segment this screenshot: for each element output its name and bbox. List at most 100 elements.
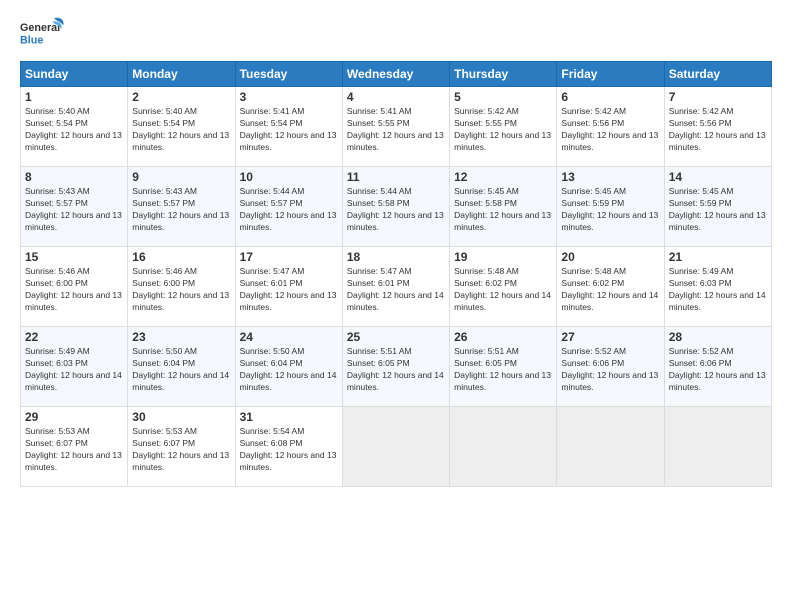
day-header-saturday: Saturday [664, 62, 771, 87]
cell-info: Sunrise: 5:49 AMSunset: 6:03 PMDaylight:… [669, 266, 766, 312]
day-number: 13 [561, 170, 659, 184]
day-number: 30 [132, 410, 230, 424]
calendar-body: 1 Sunrise: 5:40 AMSunset: 5:54 PMDayligh… [21, 87, 772, 487]
cell-info: Sunrise: 5:41 AMSunset: 5:55 PMDaylight:… [347, 106, 444, 152]
cell-info: Sunrise: 5:40 AMSunset: 5:54 PMDaylight:… [25, 106, 122, 152]
calendar-cell: 31 Sunrise: 5:54 AMSunset: 6:08 PMDaylig… [235, 407, 342, 487]
calendar-cell: 6 Sunrise: 5:42 AMSunset: 5:56 PMDayligh… [557, 87, 664, 167]
day-number: 25 [347, 330, 445, 344]
cell-info: Sunrise: 5:45 AMSunset: 5:59 PMDaylight:… [669, 186, 766, 232]
calendar-week-row: 8 Sunrise: 5:43 AMSunset: 5:57 PMDayligh… [21, 167, 772, 247]
day-number: 26 [454, 330, 552, 344]
calendar-cell: 7 Sunrise: 5:42 AMSunset: 5:56 PMDayligh… [664, 87, 771, 167]
cell-info: Sunrise: 5:52 AMSunset: 6:06 PMDaylight:… [561, 346, 658, 392]
cell-info: Sunrise: 5:44 AMSunset: 5:58 PMDaylight:… [347, 186, 444, 232]
calendar-cell: 20 Sunrise: 5:48 AMSunset: 6:02 PMDaylig… [557, 247, 664, 327]
calendar-cell: 9 Sunrise: 5:43 AMSunset: 5:57 PMDayligh… [128, 167, 235, 247]
calendar-cell: 14 Sunrise: 5:45 AMSunset: 5:59 PMDaylig… [664, 167, 771, 247]
cell-info: Sunrise: 5:53 AMSunset: 6:07 PMDaylight:… [25, 426, 122, 472]
calendar-cell: 24 Sunrise: 5:50 AMSunset: 6:04 PMDaylig… [235, 327, 342, 407]
calendar-week-row: 15 Sunrise: 5:46 AMSunset: 6:00 PMDaylig… [21, 247, 772, 327]
calendar-header-row: SundayMondayTuesdayWednesdayThursdayFrid… [21, 62, 772, 87]
day-number: 6 [561, 90, 659, 104]
day-number: 9 [132, 170, 230, 184]
day-number: 4 [347, 90, 445, 104]
day-number: 28 [669, 330, 767, 344]
day-header-sunday: Sunday [21, 62, 128, 87]
calendar-cell: 30 Sunrise: 5:53 AMSunset: 6:07 PMDaylig… [128, 407, 235, 487]
day-number: 14 [669, 170, 767, 184]
calendar-cell [450, 407, 557, 487]
cell-info: Sunrise: 5:46 AMSunset: 6:00 PMDaylight:… [132, 266, 229, 312]
calendar-cell: 17 Sunrise: 5:47 AMSunset: 6:01 PMDaylig… [235, 247, 342, 327]
calendar-cell [557, 407, 664, 487]
calendar-cell [664, 407, 771, 487]
cell-info: Sunrise: 5:51 AMSunset: 6:05 PMDaylight:… [347, 346, 444, 392]
calendar-cell: 23 Sunrise: 5:50 AMSunset: 6:04 PMDaylig… [128, 327, 235, 407]
calendar-cell: 22 Sunrise: 5:49 AMSunset: 6:03 PMDaylig… [21, 327, 128, 407]
cell-info: Sunrise: 5:47 AMSunset: 6:01 PMDaylight:… [347, 266, 444, 312]
cell-info: Sunrise: 5:41 AMSunset: 5:54 PMDaylight:… [240, 106, 337, 152]
cell-info: Sunrise: 5:48 AMSunset: 6:02 PMDaylight:… [454, 266, 551, 312]
day-number: 27 [561, 330, 659, 344]
logo-icon: General Blue [20, 16, 65, 51]
calendar-cell: 3 Sunrise: 5:41 AMSunset: 5:54 PMDayligh… [235, 87, 342, 167]
day-number: 10 [240, 170, 338, 184]
calendar-cell: 29 Sunrise: 5:53 AMSunset: 6:07 PMDaylig… [21, 407, 128, 487]
header: General Blue [20, 16, 772, 51]
cell-info: Sunrise: 5:42 AMSunset: 5:56 PMDaylight:… [561, 106, 658, 152]
day-number: 21 [669, 250, 767, 264]
calendar-cell: 5 Sunrise: 5:42 AMSunset: 5:55 PMDayligh… [450, 87, 557, 167]
cell-info: Sunrise: 5:43 AMSunset: 5:57 PMDaylight:… [132, 186, 229, 232]
cell-info: Sunrise: 5:42 AMSunset: 5:56 PMDaylight:… [669, 106, 766, 152]
day-number: 7 [669, 90, 767, 104]
calendar-week-row: 22 Sunrise: 5:49 AMSunset: 6:03 PMDaylig… [21, 327, 772, 407]
calendar-page: General Blue SundayMondayTuesdayWednesda… [0, 0, 792, 612]
day-number: 20 [561, 250, 659, 264]
day-number: 2 [132, 90, 230, 104]
day-number: 5 [454, 90, 552, 104]
cell-info: Sunrise: 5:53 AMSunset: 6:07 PMDaylight:… [132, 426, 229, 472]
day-header-friday: Friday [557, 62, 664, 87]
calendar-cell: 18 Sunrise: 5:47 AMSunset: 6:01 PMDaylig… [342, 247, 449, 327]
svg-text:Blue: Blue [20, 34, 43, 46]
day-header-monday: Monday [128, 62, 235, 87]
day-number: 8 [25, 170, 123, 184]
calendar-week-row: 29 Sunrise: 5:53 AMSunset: 6:07 PMDaylig… [21, 407, 772, 487]
day-number: 12 [454, 170, 552, 184]
day-number: 23 [132, 330, 230, 344]
calendar-cell: 21 Sunrise: 5:49 AMSunset: 6:03 PMDaylig… [664, 247, 771, 327]
day-number: 3 [240, 90, 338, 104]
calendar-cell: 12 Sunrise: 5:45 AMSunset: 5:58 PMDaylig… [450, 167, 557, 247]
cell-info: Sunrise: 5:49 AMSunset: 6:03 PMDaylight:… [25, 346, 122, 392]
calendar-cell: 19 Sunrise: 5:48 AMSunset: 6:02 PMDaylig… [450, 247, 557, 327]
calendar-cell: 1 Sunrise: 5:40 AMSunset: 5:54 PMDayligh… [21, 87, 128, 167]
cell-info: Sunrise: 5:50 AMSunset: 6:04 PMDaylight:… [132, 346, 229, 392]
day-header-thursday: Thursday [450, 62, 557, 87]
calendar-cell: 4 Sunrise: 5:41 AMSunset: 5:55 PMDayligh… [342, 87, 449, 167]
cell-info: Sunrise: 5:45 AMSunset: 5:58 PMDaylight:… [454, 186, 551, 232]
day-header-wednesday: Wednesday [342, 62, 449, 87]
svg-text:General: General [20, 22, 60, 34]
cell-info: Sunrise: 5:40 AMSunset: 5:54 PMDaylight:… [132, 106, 229, 152]
calendar-cell: 2 Sunrise: 5:40 AMSunset: 5:54 PMDayligh… [128, 87, 235, 167]
calendar-cell: 25 Sunrise: 5:51 AMSunset: 6:05 PMDaylig… [342, 327, 449, 407]
calendar-cell: 28 Sunrise: 5:52 AMSunset: 6:06 PMDaylig… [664, 327, 771, 407]
day-number: 17 [240, 250, 338, 264]
calendar-cell: 26 Sunrise: 5:51 AMSunset: 6:05 PMDaylig… [450, 327, 557, 407]
cell-info: Sunrise: 5:50 AMSunset: 6:04 PMDaylight:… [240, 346, 337, 392]
day-number: 16 [132, 250, 230, 264]
cell-info: Sunrise: 5:51 AMSunset: 6:05 PMDaylight:… [454, 346, 551, 392]
cell-info: Sunrise: 5:47 AMSunset: 6:01 PMDaylight:… [240, 266, 337, 312]
cell-info: Sunrise: 5:43 AMSunset: 5:57 PMDaylight:… [25, 186, 122, 232]
calendar-cell: 10 Sunrise: 5:44 AMSunset: 5:57 PMDaylig… [235, 167, 342, 247]
day-number: 22 [25, 330, 123, 344]
cell-info: Sunrise: 5:52 AMSunset: 6:06 PMDaylight:… [669, 346, 766, 392]
day-number: 1 [25, 90, 123, 104]
calendar-cell: 11 Sunrise: 5:44 AMSunset: 5:58 PMDaylig… [342, 167, 449, 247]
cell-info: Sunrise: 5:48 AMSunset: 6:02 PMDaylight:… [561, 266, 658, 312]
day-number: 18 [347, 250, 445, 264]
day-number: 29 [25, 410, 123, 424]
calendar-cell: 27 Sunrise: 5:52 AMSunset: 6:06 PMDaylig… [557, 327, 664, 407]
cell-info: Sunrise: 5:45 AMSunset: 5:59 PMDaylight:… [561, 186, 658, 232]
